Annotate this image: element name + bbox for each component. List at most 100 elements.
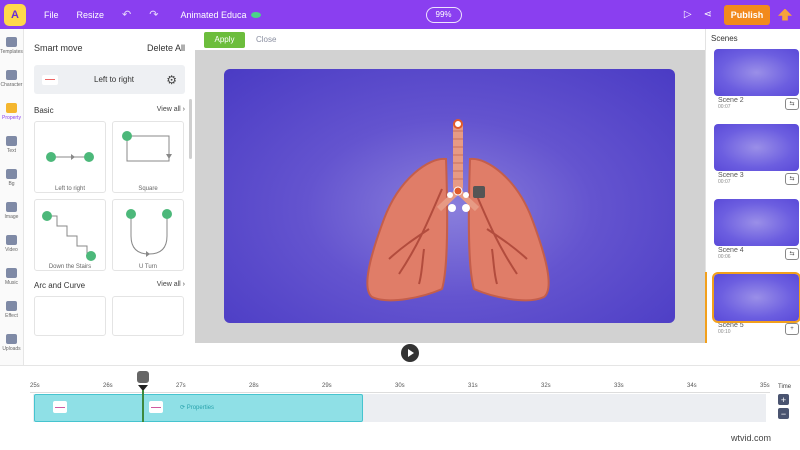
apply-bar: Apply Close (195, 29, 705, 50)
app-logo[interactable]: A (4, 3, 26, 26)
tutorial-hat-icon[interactable] (778, 8, 792, 21)
templates-icon (6, 36, 17, 47)
zoom-level[interactable]: 99% (425, 6, 462, 23)
preview-icon[interactable]: ▷ (684, 9, 692, 20)
selected-move[interactable]: Left to right ⚙ (34, 65, 185, 94)
move-preview-icon (42, 74, 58, 85)
clip-label: ⟳ Properties (180, 405, 215, 411)
scene-item[interactable]: Scene 2 00:07 ⇆ (714, 49, 799, 110)
redo-icon[interactable]: ↷ (149, 8, 158, 21)
nav-item-label: Text (6, 147, 17, 154)
zoom-in-button[interactable]: + (778, 394, 789, 405)
gear-icon[interactable]: ⚙ (166, 73, 177, 87)
scene-name: Scene 4 (718, 247, 744, 254)
image-icon (6, 201, 17, 212)
nav-item-label: Music (4, 279, 19, 286)
ruler-tick: 27s (176, 383, 186, 389)
move-card-down-the-stairs[interactable]: Down the Stairs (34, 199, 106, 271)
scene-time: 00:06 (718, 254, 731, 260)
scene-item-active[interactable]: Scene 5 00:10 + (712, 272, 800, 335)
top-bar: A File Resize ↶ ↷ Animated Educa 99% ▷ ⋖… (0, 0, 800, 29)
scenes-title: Scenes (711, 34, 738, 43)
left-nav: Templates Character Property Text Bg Image Vid… (0, 29, 24, 401)
uploads-icon (6, 333, 17, 344)
playhead-line[interactable] (142, 390, 144, 422)
nav-item-templates[interactable]: Templates (0, 29, 23, 62)
scene-time: 00:07 (718, 179, 731, 185)
nav-item-label: Property (2, 114, 21, 121)
scene-item[interactable]: Scene 3 00:07 ⇆ (714, 124, 799, 185)
active-scene-indicator (705, 272, 707, 343)
undo-icon[interactable]: ↶ (122, 8, 131, 21)
ruler-tick: 33s (614, 383, 624, 389)
delete-all-button[interactable]: Delete All (147, 43, 185, 53)
nav-item-video[interactable]: Video (0, 227, 23, 260)
ruler-tick: 31s (468, 383, 478, 389)
playhead-handle-icon[interactable] (137, 371, 149, 383)
section-arc-and-curve: Arc and Curve (34, 281, 86, 290)
nav-item-text[interactable]: Text (0, 128, 23, 161)
publish-button[interactable]: Publish (724, 4, 770, 25)
nav-item-image[interactable]: Image (0, 194, 23, 227)
add-scene-icon[interactable]: + (785, 322, 799, 335)
scene-thumbnail[interactable] (714, 124, 799, 171)
project-title[interactable]: Animated Educa (180, 10, 246, 20)
nav-item-music[interactable]: Music (0, 260, 23, 293)
property-icon (6, 102, 17, 113)
scene-canvas[interactable] (224, 69, 675, 323)
nav-item-bg[interactable]: Bg (0, 161, 23, 194)
scene-thumbnail[interactable] (714, 199, 799, 246)
move-card-arc-1[interactable] (34, 296, 106, 336)
scenes-panel: Scenes Scene 2 00:07 ⇆ Scene 3 00:07 ⇆ S… (705, 29, 800, 343)
resize-menu[interactable]: Resize (77, 10, 105, 20)
clip-end-thumb[interactable] (149, 401, 163, 413)
nav-item-effect[interactable]: Effect (0, 293, 23, 326)
close-button[interactable]: Close (256, 35, 276, 44)
nav-item-label: Character (0, 81, 23, 88)
nav-item-label: Bg (8, 180, 15, 187)
share-icon[interactable]: ⋖ (704, 9, 712, 20)
transition-icon[interactable]: ⇆ (785, 247, 799, 260)
clip-start-thumb[interactable] (53, 401, 67, 413)
panel-title: Smart move (34, 43, 83, 53)
move-card-square[interactable]: Square (112, 121, 184, 193)
ruler-tick: 34s (687, 383, 697, 389)
scene-thumbnail[interactable] (714, 49, 799, 96)
video-icon (6, 234, 17, 245)
scene-item[interactable]: Scene 4 00:06 ⇆ (714, 199, 799, 260)
nav-item-property[interactable]: Property (0, 95, 23, 128)
nav-item-character[interactable]: Character (0, 62, 23, 95)
zoom-out-button[interactable]: − (778, 408, 789, 419)
play-button[interactable] (401, 344, 419, 362)
apply-button[interactable]: Apply (204, 31, 245, 48)
nav-item-label: Image (4, 213, 19, 220)
play-bar (195, 343, 705, 365)
move-card-u-turn[interactable]: U Turn (112, 199, 184, 271)
scene-thumbnail[interactable] (712, 272, 800, 323)
music-icon (6, 267, 17, 278)
view-all-basic-link[interactable]: View all › (157, 106, 185, 115)
left-to-right-diagram (46, 152, 94, 162)
scene-time: 00:10 (718, 329, 731, 335)
transition-icon[interactable]: ⇆ (785, 97, 799, 110)
view-all-arc-link[interactable]: View all › (157, 281, 185, 290)
text-icon (6, 135, 17, 146)
nav-item-uploads[interactable]: Uploads (0, 326, 23, 359)
stairs-diagram (42, 211, 96, 261)
timeline-clip[interactable]: ⟳ Properties (34, 394, 363, 422)
visibility-icon[interactable] (250, 11, 261, 18)
move-card-left-to-right[interactable]: Left to right (34, 121, 106, 193)
u-turn-diagram (126, 209, 172, 257)
character-icon (6, 69, 17, 80)
top-bar-actions: ▷ ⋖ Publish (684, 0, 800, 29)
card-label: Square (138, 186, 158, 192)
transition-icon[interactable]: ⇆ (785, 172, 799, 185)
file-menu[interactable]: File (44, 10, 59, 20)
scene-name: Scene 5 (718, 322, 744, 329)
move-card-arc-2[interactable] (112, 296, 184, 336)
ruler-tick: 32s (541, 383, 551, 389)
ruler-tick: 25s (30, 383, 40, 389)
nav-item-label: Video (5, 246, 18, 253)
panel-scrollbar[interactable] (189, 99, 192, 159)
lungs-illustration[interactable] (224, 69, 675, 323)
